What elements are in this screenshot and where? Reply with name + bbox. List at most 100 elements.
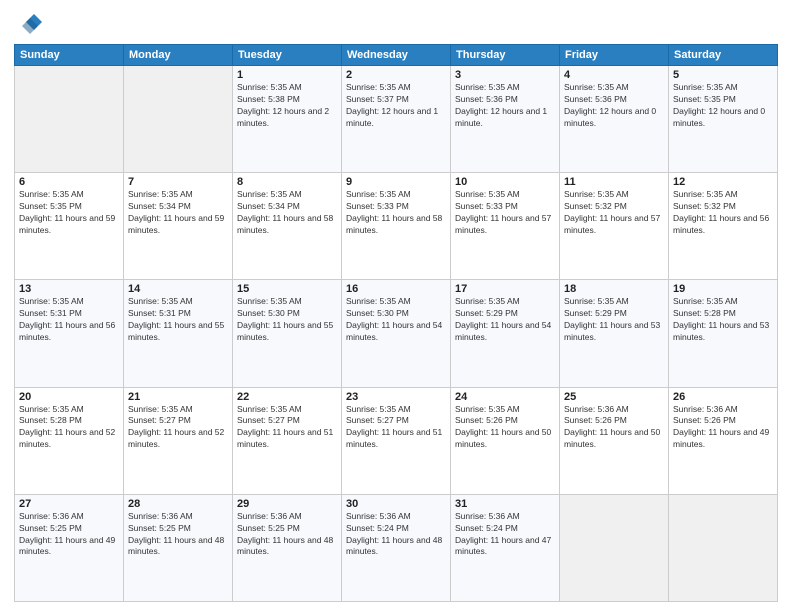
day-number: 9 <box>346 176 446 188</box>
day-detail: Sunrise: 5:35 AM Sunset: 5:35 PM Dayligh… <box>673 82 773 130</box>
calendar-cell: 25Sunrise: 5:36 AM Sunset: 5:26 PM Dayli… <box>560 387 669 494</box>
calendar-cell: 23Sunrise: 5:35 AM Sunset: 5:27 PM Dayli… <box>342 387 451 494</box>
calendar-cell: 18Sunrise: 5:35 AM Sunset: 5:29 PM Dayli… <box>560 280 669 387</box>
calendar-cell: 17Sunrise: 5:35 AM Sunset: 5:29 PM Dayli… <box>451 280 560 387</box>
calendar-cell: 27Sunrise: 5:36 AM Sunset: 5:25 PM Dayli… <box>15 494 124 601</box>
day-detail: Sunrise: 5:36 AM Sunset: 5:26 PM Dayligh… <box>564 404 664 452</box>
calendar-cell: 21Sunrise: 5:35 AM Sunset: 5:27 PM Dayli… <box>124 387 233 494</box>
day-number: 22 <box>237 391 337 403</box>
day-detail: Sunrise: 5:36 AM Sunset: 5:24 PM Dayligh… <box>346 511 446 559</box>
day-detail: Sunrise: 5:35 AM Sunset: 5:33 PM Dayligh… <box>455 189 555 237</box>
day-detail: Sunrise: 5:35 AM Sunset: 5:32 PM Dayligh… <box>564 189 664 237</box>
day-detail: Sunrise: 5:35 AM Sunset: 5:35 PM Dayligh… <box>19 189 119 237</box>
day-detail: Sunrise: 5:35 AM Sunset: 5:31 PM Dayligh… <box>128 296 228 344</box>
calendar-cell: 4Sunrise: 5:35 AM Sunset: 5:36 PM Daylig… <box>560 66 669 173</box>
day-number: 10 <box>455 176 555 188</box>
calendar-day-header: Saturday <box>669 45 778 66</box>
calendar-day-header: Thursday <box>451 45 560 66</box>
day-detail: Sunrise: 5:35 AM Sunset: 5:29 PM Dayligh… <box>564 296 664 344</box>
calendar-cell: 3Sunrise: 5:35 AM Sunset: 5:36 PM Daylig… <box>451 66 560 173</box>
day-detail: Sunrise: 5:35 AM Sunset: 5:32 PM Dayligh… <box>673 189 773 237</box>
logo <box>14 10 46 38</box>
calendar-cell: 26Sunrise: 5:36 AM Sunset: 5:26 PM Dayli… <box>669 387 778 494</box>
calendar: SundayMondayTuesdayWednesdayThursdayFrid… <box>14 44 778 602</box>
header <box>14 10 778 38</box>
calendar-day-header: Sunday <box>15 45 124 66</box>
day-number: 4 <box>564 69 664 81</box>
day-number: 14 <box>128 283 228 295</box>
day-detail: Sunrise: 5:35 AM Sunset: 5:27 PM Dayligh… <box>128 404 228 452</box>
calendar-day-header: Wednesday <box>342 45 451 66</box>
calendar-cell: 12Sunrise: 5:35 AM Sunset: 5:32 PM Dayli… <box>669 173 778 280</box>
calendar-cell: 22Sunrise: 5:35 AM Sunset: 5:27 PM Dayli… <box>233 387 342 494</box>
day-detail: Sunrise: 5:35 AM Sunset: 5:36 PM Dayligh… <box>455 82 555 130</box>
day-number: 25 <box>564 391 664 403</box>
calendar-cell: 13Sunrise: 5:35 AM Sunset: 5:31 PM Dayli… <box>15 280 124 387</box>
calendar-cell <box>124 66 233 173</box>
day-detail: Sunrise: 5:35 AM Sunset: 5:34 PM Dayligh… <box>128 189 228 237</box>
day-detail: Sunrise: 5:35 AM Sunset: 5:36 PM Dayligh… <box>564 82 664 130</box>
day-detail: Sunrise: 5:35 AM Sunset: 5:28 PM Dayligh… <box>673 296 773 344</box>
calendar-cell: 16Sunrise: 5:35 AM Sunset: 5:30 PM Dayli… <box>342 280 451 387</box>
calendar-cell <box>560 494 669 601</box>
calendar-cell: 2Sunrise: 5:35 AM Sunset: 5:37 PM Daylig… <box>342 66 451 173</box>
page: SundayMondayTuesdayWednesdayThursdayFrid… <box>0 0 792 612</box>
calendar-cell: 28Sunrise: 5:36 AM Sunset: 5:25 PM Dayli… <box>124 494 233 601</box>
day-detail: Sunrise: 5:35 AM Sunset: 5:30 PM Dayligh… <box>346 296 446 344</box>
calendar-cell: 20Sunrise: 5:35 AM Sunset: 5:28 PM Dayli… <box>15 387 124 494</box>
calendar-week-row: 27 Sunrise: 5:36 AM Sunset: 5:25 PM Dayli… <box>15 494 778 601</box>
day-number: 18 <box>564 283 664 295</box>
calendar-cell: 29Sunrise: 5:36 AM Sunset: 5:25 PM Dayli… <box>233 494 342 601</box>
logo-icon <box>14 10 42 38</box>
day-number: 17 <box>455 283 555 295</box>
day-number: 23 <box>346 391 446 403</box>
calendar-week-row: 1Sunrise: 5:35 AM Sunset: 5:38 PM Daylig… <box>15 66 778 173</box>
day-number: 16 <box>346 283 446 295</box>
calendar-cell: 24Sunrise: 5:35 AM Sunset: 5:26 PM Dayli… <box>451 387 560 494</box>
day-number: 1 <box>237 69 337 81</box>
day-number: 3 <box>455 69 555 81</box>
day-detail: Sunrise: 5:35 AM Sunset: 5:37 PM Dayligh… <box>346 82 446 130</box>
calendar-day-header: Friday <box>560 45 669 66</box>
calendar-cell <box>15 66 124 173</box>
day-number: 7 <box>128 176 228 188</box>
day-detail: Sunrise: 5:35 AM Sunset: 5:38 PM Dayligh… <box>237 82 337 130</box>
day-number: 2 <box>346 69 446 81</box>
day-number: 8 <box>237 176 337 188</box>
day-number: 30 <box>346 498 446 510</box>
calendar-cell: 6Sunrise: 5:35 AM Sunset: 5:35 PM Daylig… <box>15 173 124 280</box>
day-number: 20 <box>19 391 119 403</box>
calendar-cell: 31Sunrise: 5:36 AM Sunset: 5:24 PM Dayli… <box>451 494 560 601</box>
day-number: 24 <box>455 391 555 403</box>
day-detail: Sunrise: 5:35 AM Sunset: 5:31 PM Dayligh… <box>19 296 119 344</box>
day-detail: Sunrise: 5:36 AM Sunset: 5:25 PM Dayligh… <box>128 511 228 559</box>
day-detail: Sunrise: 5:35 AM Sunset: 5:27 PM Dayligh… <box>237 404 337 452</box>
day-number: 11 <box>564 176 664 188</box>
day-detail: Sunrise: 5:35 AM Sunset: 5:33 PM Dayligh… <box>346 189 446 237</box>
calendar-cell: 11Sunrise: 5:35 AM Sunset: 5:32 PM Dayli… <box>560 173 669 280</box>
calendar-cell: 10Sunrise: 5:35 AM Sunset: 5:33 PM Dayli… <box>451 173 560 280</box>
day-detail: Sunrise: 5:36 AM Sunset: 5:25 PM Dayligh… <box>237 511 337 559</box>
calendar-cell: 5Sunrise: 5:35 AM Sunset: 5:35 PM Daylig… <box>669 66 778 173</box>
calendar-cell: 15Sunrise: 5:35 AM Sunset: 5:30 PM Dayli… <box>233 280 342 387</box>
calendar-week-row: 20Sunrise: 5:35 AM Sunset: 5:28 PM Dayli… <box>15 387 778 494</box>
day-detail: Sunrise: 5:36 AM Sunset: 5:24 PM Dayligh… <box>455 511 555 559</box>
day-number: 27 <box>19 498 119 510</box>
calendar-cell: 19Sunrise: 5:35 AM Sunset: 5:28 PM Dayli… <box>669 280 778 387</box>
calendar-week-row: 13Sunrise: 5:35 AM Sunset: 5:31 PM Dayli… <box>15 280 778 387</box>
day-number: 21 <box>128 391 228 403</box>
day-number: 19 <box>673 283 773 295</box>
day-detail: Sunrise: 5:36 AM Sunset: 5:26 PM Dayligh… <box>673 404 773 452</box>
calendar-day-header: Monday <box>124 45 233 66</box>
day-detail: Sunrise: 5:35 AM Sunset: 5:30 PM Dayligh… <box>237 296 337 344</box>
day-detail: Sunrise: 5:35 AM Sunset: 5:34 PM Dayligh… <box>237 189 337 237</box>
day-number: 6 <box>19 176 119 188</box>
day-number: 5 <box>673 69 773 81</box>
calendar-cell: 1Sunrise: 5:35 AM Sunset: 5:38 PM Daylig… <box>233 66 342 173</box>
calendar-cell: 14Sunrise: 5:35 AM Sunset: 5:31 PM Dayli… <box>124 280 233 387</box>
calendar-cell: 8Sunrise: 5:35 AM Sunset: 5:34 PM Daylig… <box>233 173 342 280</box>
calendar-cell: 9Sunrise: 5:35 AM Sunset: 5:33 PM Daylig… <box>342 173 451 280</box>
day-number: 28 <box>128 498 228 510</box>
calendar-cell: 30Sunrise: 5:36 AM Sunset: 5:24 PM Dayli… <box>342 494 451 601</box>
day-number: 31 <box>455 498 555 510</box>
